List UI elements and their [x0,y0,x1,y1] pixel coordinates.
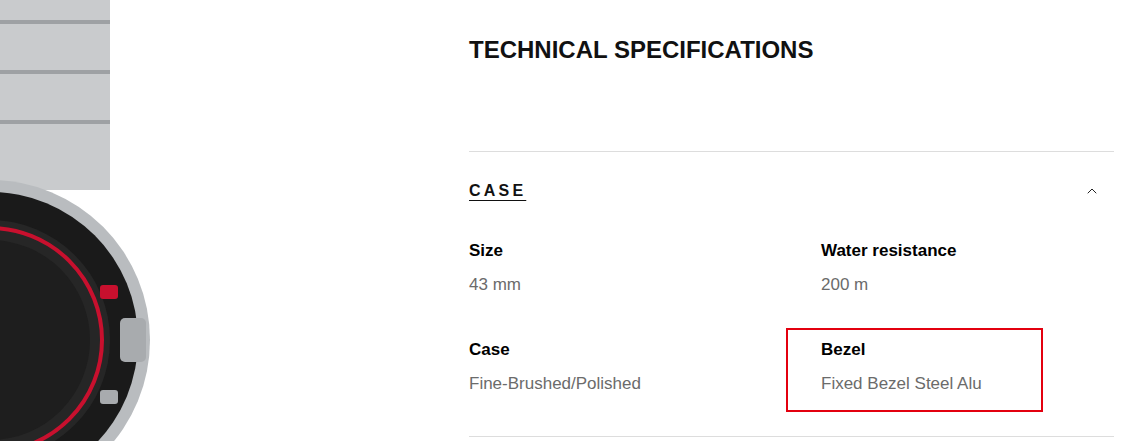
spec-value: Fine-Brushed/Polished [469,372,821,396]
spec-value: Fixed Bezel Steel Alu [821,372,1114,396]
spec-value: 43 mm [469,273,821,297]
spec-item: Size 43 mm [469,239,821,297]
spec-value: 200 m [821,273,1114,297]
product-image-area [0,0,469,441]
specs-heading: TECHNICAL SPECIFICATIONS [469,0,1114,66]
section-divider [469,436,1114,437]
section-title[interactable]: CASE [469,179,526,203]
spec-label: Water resistance [821,239,1114,263]
spec-item: Bezel Fixed Bezel Steel Alu [821,338,1114,396]
spec-label: Size [469,239,821,263]
section-header[interactable]: CASE [469,152,1114,203]
specs-panel: TECHNICAL SPECIFICATIONS CASE Size 43 mmWat… [469,0,1114,441]
product-specs-page: TECHNICAL SPECIFICATIONS CASE Size 43 mmWat… [0,0,1141,441]
spec-item: Case Fine-Brushed/Polished [469,338,821,396]
spec-item: Water resistance 200 m [821,239,1114,297]
spec-grid: Size 43 mmWater resistance 200 m Case Fine-B… [469,239,1114,396]
watch-photo [0,0,170,441]
spec-label: Bezel [821,338,1114,362]
spec-label: Case [469,338,821,362]
chevron-up-icon[interactable] [1084,183,1100,199]
spec-section: CASESize43 mmWater resistance200 mCaseFi… [469,151,1114,437]
